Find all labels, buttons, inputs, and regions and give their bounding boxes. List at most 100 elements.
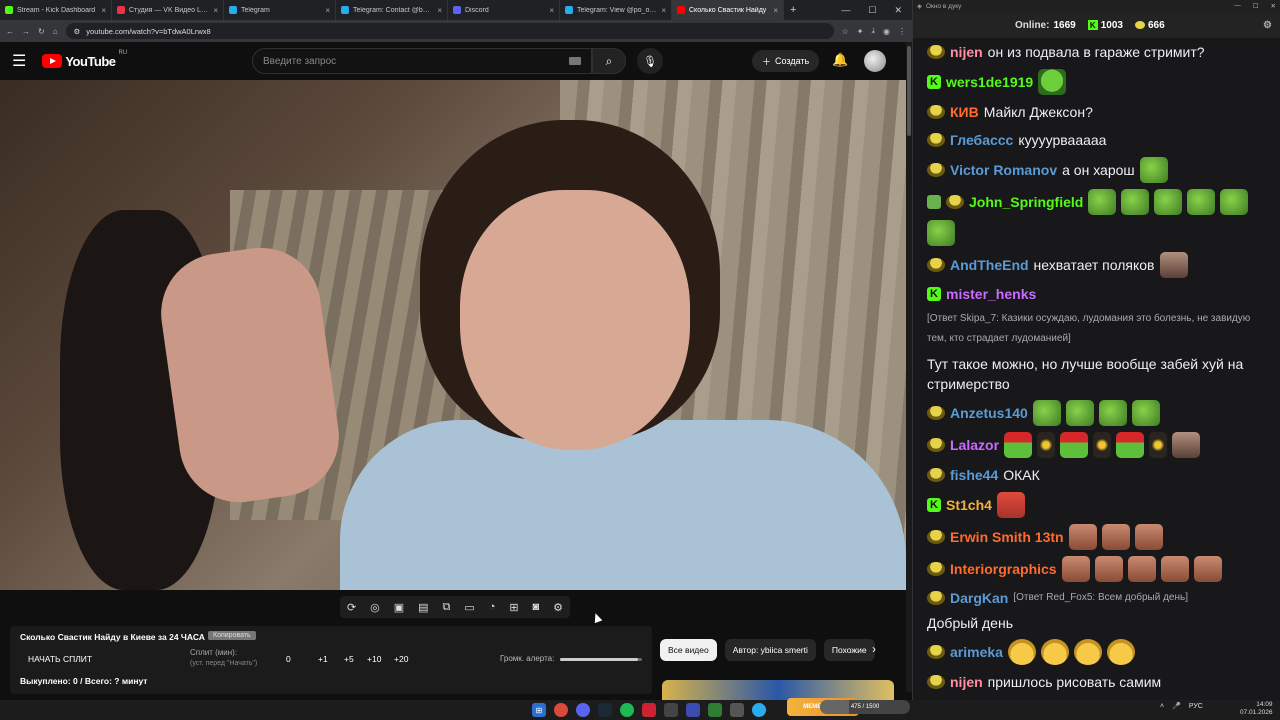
scrollbar-thumb[interactable] xyxy=(907,46,911,136)
chip-all-videos[interactable]: Все видео xyxy=(660,639,717,661)
tab-close-icon[interactable]: × xyxy=(325,6,330,15)
chevron-up-icon[interactable]: ˄ xyxy=(1160,703,1164,710)
screenshot-icon[interactable]: ◙ xyxy=(533,601,540,613)
chat-username[interactable]: Anzetus140 xyxy=(950,403,1028,423)
tab-close-icon[interactable]: × xyxy=(101,6,106,15)
browser-tab[interactable]: Сколько Свастик Найду × xyxy=(672,0,784,20)
tab-close-icon[interactable]: × xyxy=(437,6,442,15)
chevron-right-icon[interactable]: › xyxy=(872,642,876,656)
minimize-icon[interactable]: — xyxy=(841,5,850,16)
profile-icon[interactable]: ◉ xyxy=(883,27,890,36)
chat-username[interactable]: St1ch4 xyxy=(946,495,992,515)
forward-icon[interactable]: → xyxy=(22,27,30,36)
telegram-icon[interactable] xyxy=(752,703,766,717)
chrome-icon[interactable] xyxy=(554,703,568,717)
chip-author[interactable]: Автор: ybiica smerti xyxy=(724,639,816,661)
discord-icon[interactable] xyxy=(576,703,590,717)
browser-menu-icon[interactable]: ⋮ xyxy=(898,27,906,36)
site-info-icon[interactable]: ⚙ xyxy=(74,27,81,36)
loop-icon[interactable]: ⟳ xyxy=(347,601,356,614)
chip-similar[interactable]: Похожие xyxy=(823,639,875,661)
download-icon[interactable]: ⤓ xyxy=(871,26,875,36)
chat-username[interactable]: fishe44 xyxy=(950,465,998,485)
chat-username[interactable]: nijen xyxy=(950,42,983,62)
clip-icon[interactable]: ▤ xyxy=(418,601,428,614)
chat-username[interactable]: Lalazor xyxy=(950,435,999,455)
settings-icon[interactable]: ⚙ xyxy=(553,601,563,614)
broadcast-icon[interactable]: ◎ xyxy=(370,601,380,614)
voice-search-button[interactable]: 🎙 xyxy=(637,48,663,74)
tab-close-icon[interactable]: × xyxy=(549,6,554,15)
chat-username[interactable]: Victor Romanov xyxy=(950,160,1057,180)
player-icon[interactable] xyxy=(686,703,700,717)
youtube-logo[interactable]: YouTube RU xyxy=(42,50,127,69)
chat-close-icon[interactable]: ✕ xyxy=(1271,2,1276,10)
tab-close-icon[interactable]: × xyxy=(213,6,218,15)
pip-icon[interactable]: ⧉ xyxy=(443,601,451,614)
chat-username[interactable]: nijen xyxy=(950,672,983,692)
chat-username[interactable]: Erwin Smith 13tn xyxy=(950,527,1064,547)
chat-username[interactable]: DargKan xyxy=(950,588,1008,608)
browser-tab[interactable]: Студия — VK Видео Live × xyxy=(112,0,224,20)
chat-username[interactable]: Глебассс xyxy=(950,130,1013,150)
new-tab-button[interactable]: + xyxy=(784,4,802,16)
split-minutes-value[interactable]: 0 xyxy=(286,654,291,664)
chat-username[interactable]: John_Springfield xyxy=(969,192,1083,212)
chat-username[interactable]: Interiorgraphics xyxy=(950,559,1057,579)
increment-10-button[interactable]: +10 xyxy=(367,654,381,664)
excel-icon[interactable] xyxy=(708,703,722,717)
chat-username[interactable]: wers1de1919 xyxy=(946,72,1033,92)
browser-tab[interactable]: Telegram: Contact @boris_o... × xyxy=(336,0,448,20)
yandex-icon[interactable] xyxy=(642,703,656,717)
steam-icon[interactable] xyxy=(598,703,612,717)
chat-username[interactable]: КИВ xyxy=(950,102,979,122)
chat-message: Lalazor xyxy=(927,429,1271,461)
chat-maximize-icon[interactable]: ☐ xyxy=(1253,2,1259,10)
chat-settings-icon[interactable]: ⚙ xyxy=(1263,20,1272,31)
video-player[interactable] xyxy=(0,80,906,590)
files-icon[interactable] xyxy=(730,703,744,717)
url-field[interactable]: ⚙ youtube.com/watch?v=bTdwA0Lrwx8 xyxy=(65,23,834,39)
tab-close-icon[interactable]: × xyxy=(661,6,666,15)
add-icon[interactable]: ⊞ xyxy=(509,601,518,614)
copy-button[interactable]: Копировать xyxy=(208,631,256,640)
keyboard-icon[interactable] xyxy=(569,57,581,65)
extensions-icon[interactable]: ✦ xyxy=(857,27,864,36)
search-button[interactable]: ⌕ xyxy=(592,48,626,74)
star-icon[interactable]: ☆ xyxy=(842,27,849,36)
maximize-icon[interactable]: ☐ xyxy=(868,5,876,16)
browser-tab[interactable]: Discord × xyxy=(448,0,560,20)
user-avatar[interactable] xyxy=(864,50,886,72)
system-clock[interactable]: 14:09 07.01.2026 xyxy=(1240,701,1273,717)
alert-volume-slider[interactable] xyxy=(560,658,642,661)
mic-tray-icon[interactable]: 🎤 xyxy=(1172,702,1181,710)
close-icon[interactable]: ✕ xyxy=(894,5,902,16)
increment-5-button[interactable]: +5 xyxy=(344,654,354,664)
language-indicator[interactable]: РУС xyxy=(1189,703,1203,710)
speed-icon[interactable]: ◔ xyxy=(489,601,496,613)
theater-icon[interactable]: ▭ xyxy=(464,601,474,614)
back-icon[interactable]: ← xyxy=(6,27,14,36)
obs-icon[interactable] xyxy=(664,703,678,717)
chat-minimize-icon[interactable]: — xyxy=(1234,2,1241,10)
spotify-icon[interactable] xyxy=(620,703,634,717)
browser-tab[interactable]: Telegram × xyxy=(224,0,336,20)
chat-username[interactable]: AndTheEnd xyxy=(950,255,1029,275)
browser-tab[interactable]: Telegram: View @po_ostree × xyxy=(560,0,672,20)
chat-username[interactable]: mister_henks xyxy=(946,284,1036,304)
increment-1-button[interactable]: +1 xyxy=(318,654,328,664)
create-button[interactable]: ＋ Создать xyxy=(752,50,820,72)
browser-tab[interactable]: Stream - Kick Dashboard × xyxy=(0,0,112,20)
hamburger-menu-icon[interactable]: ☰ xyxy=(12,51,26,71)
reload-icon[interactable]: ↻ xyxy=(38,27,45,36)
notifications-bell-icon[interactable]: 🔔 xyxy=(832,52,848,68)
home-icon[interactable]: ⌂ xyxy=(53,27,58,36)
start-split-button[interactable]: НАЧАТЬ СПЛИТ xyxy=(28,654,92,664)
chat-username[interactable]: arimeka xyxy=(950,642,1003,662)
tab-close-icon[interactable]: × xyxy=(773,6,778,15)
increment-20-button[interactable]: +20 xyxy=(394,654,408,664)
windows-start-icon[interactable]: ⊞ xyxy=(532,703,546,717)
search-input[interactable]: Введите запрос xyxy=(252,48,592,74)
recommended-video-thumbnail[interactable] xyxy=(662,680,894,700)
watch-later-icon[interactable]: ▣ xyxy=(394,601,404,614)
